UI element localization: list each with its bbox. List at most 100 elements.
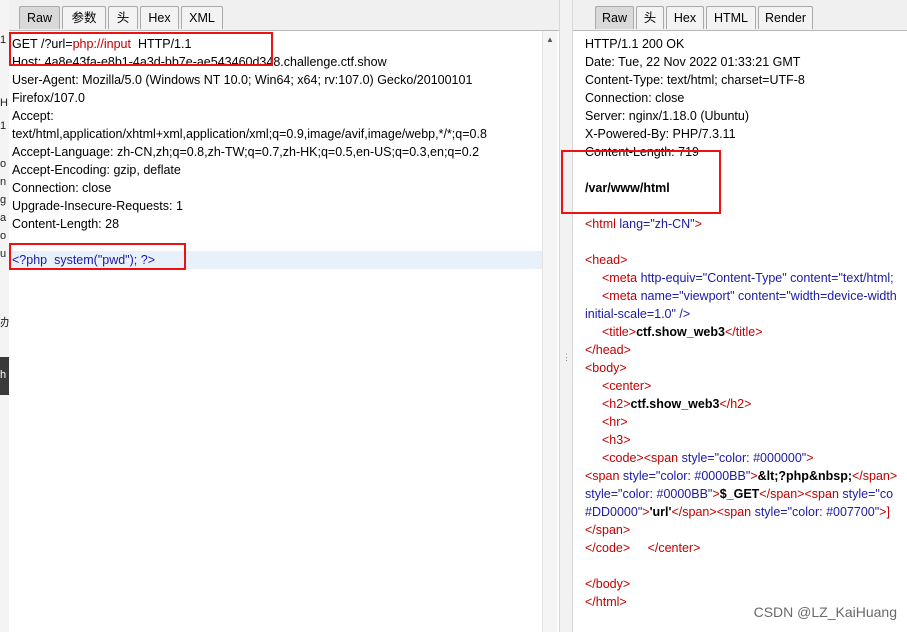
src-val: "color: #000000" — [714, 451, 807, 465]
source-line: <span style="color: #0000BB">&lt;?php&nb… — [585, 467, 897, 485]
src-tag: </h2> — [719, 397, 752, 411]
header-line: Accept: — [12, 109, 54, 123]
src-attr: lang= — [619, 217, 651, 231]
src-tag: <h2> — [602, 397, 631, 411]
tab-xml[interactable]: XML — [181, 6, 223, 29]
highlight-box-body — [9, 243, 186, 270]
source-line: <center> — [602, 379, 652, 393]
src-val: "Content-Type" — [702, 271, 791, 285]
src-tag: <span — [643, 451, 682, 465]
header-line: Firefox/107.0 — [12, 91, 85, 105]
strip-char: a — [0, 212, 7, 224]
src-tag: </span> — [759, 487, 805, 501]
src-text: ctf.show_web3 — [636, 325, 725, 339]
src-text: &lt;?php&nbsp; — [757, 469, 852, 483]
src-tag: </title> — [724, 325, 763, 339]
request-editor[interactable]: GET /?url=php://input HTTP/1.1 Host: 4a8… — [9, 31, 543, 632]
src-val: "color: #007700" — [787, 505, 880, 519]
source-line: style="color: #0000BB">$_GET</span><span… — [585, 485, 893, 503]
pane-splitter[interactable]: ⋮ — [559, 0, 573, 632]
src-val: "text/html; — [838, 271, 894, 285]
source-line: </head> — [585, 343, 631, 357]
scroll-up-icon[interactable]: ▲ — [546, 35, 554, 44]
src-val: "co — [875, 487, 894, 501]
response-tab-bar: Raw 头 Hex HTML Render — [573, 0, 907, 31]
src-text: $_GET — [719, 487, 760, 501]
source-line: <html lang="zh-CN"> — [585, 215, 702, 233]
tab-params[interactable]: 参数 — [62, 6, 106, 29]
src-attr: style= — [622, 469, 656, 483]
src-attr: style= — [681, 451, 715, 465]
src-tag: <code> — [602, 451, 644, 465]
strip-char: 1 — [0, 120, 7, 132]
source-line: <title>ctf.show_web3</title> — [602, 323, 763, 341]
src-tag: <span — [716, 505, 755, 519]
source-line: #DD0000">'url'</span><span style="color:… — [585, 503, 890, 521]
strip-char: 1 — [0, 34, 7, 46]
src-tag: </code> — [585, 541, 631, 555]
strip-char: o — [0, 230, 7, 242]
strip-char: u — [0, 248, 7, 260]
src-attr: style= — [842, 487, 876, 501]
source-line: <meta name="viewport" content="width=dev… — [602, 287, 897, 305]
header-line: Connection: close — [12, 181, 112, 195]
src-tag: >] — [879, 505, 890, 519]
tab-render[interactable]: Render — [758, 6, 813, 29]
tab-raw[interactable]: Raw — [595, 6, 634, 29]
src-attr: style= — [585, 487, 619, 501]
src-attr: style= — [754, 505, 788, 519]
source-line: <h3> — [602, 433, 631, 447]
src-tag: </center> — [647, 541, 701, 555]
src-tag: <span — [585, 469, 623, 483]
tab-raw[interactable]: Raw — [19, 6, 60, 29]
tab-hex[interactable]: Hex — [666, 6, 704, 29]
src-val: "color: #0000BB" — [655, 469, 751, 483]
background-window-strip: 1 H 1 o n g a o u 办 h — [0, 0, 11, 632]
response-header-line: Connection: close — [585, 91, 685, 105]
tab-html[interactable]: HTML — [706, 6, 756, 29]
src-text: 'url' — [649, 505, 672, 519]
strip-char: g — [0, 194, 7, 206]
tab-headers[interactable]: 头 — [108, 6, 138, 29]
source-line: <meta http-equiv="Content-Type" content=… — [602, 269, 894, 287]
highlight-box-url — [9, 32, 273, 66]
source-line: </code> </center> — [585, 539, 700, 557]
splitter-grip-icon[interactable]: ⋮ — [562, 352, 571, 363]
header-line: Upgrade-Insecure-Requests: 1 — [12, 199, 183, 213]
src-tag: </span> — [852, 469, 898, 483]
src-val: #DD0000" — [585, 505, 643, 519]
src-attr: content= — [738, 289, 787, 303]
source-line: <head> — [585, 253, 628, 267]
source-line: <h2>ctf.show_web3</h2> — [602, 395, 751, 413]
header-line: Accept-Encoding: gzip, deflate — [12, 163, 181, 177]
source-line: </body> — [585, 577, 631, 591]
src-val: "width=device-width — [786, 289, 897, 303]
header-line: User-Agent: Mozilla/5.0 (Windows NT 10.0… — [12, 73, 473, 87]
src-attr: content= — [790, 271, 839, 285]
src-tag: <title> — [602, 325, 637, 339]
request-scrollbar[interactable]: ▲ — [542, 31, 557, 632]
source-line: <code><span style="color: #000000"> — [602, 449, 814, 467]
response-header-line: Date: Tue, 22 Nov 2022 01:33:21 GMT — [585, 55, 801, 69]
tab-headers[interactable]: 头 — [636, 6, 664, 29]
src-val: "viewport" — [679, 289, 739, 303]
response-header-line: HTTP/1.1 200 OK — [585, 37, 685, 51]
src-attr: name= — [640, 289, 680, 303]
src-tag: > — [694, 217, 702, 231]
src-text: ctf.show_web3 — [630, 397, 720, 411]
header-line: Accept-Language: zh-CN,zh;q=0.8,zh-TW;q=… — [12, 145, 480, 159]
src-tag: > — [712, 487, 720, 501]
request-tab-bar: Raw 参数 头 Hex XML — [9, 0, 559, 31]
highlight-box-output — [561, 150, 721, 214]
header-line: Content-Length: 28 — [12, 217, 120, 231]
src-val: "color: #0000BB" — [618, 487, 713, 501]
response-pane: Raw 头 Hex HTML Render HTTP/1.1 200 OK Da… — [561, 0, 907, 632]
response-header-line: Server: nginx/1.18.0 (Ubuntu) — [585, 109, 749, 123]
watermark: CSDN @LZ_KaiHuang — [753, 604, 897, 620]
header-line: text/html,application/xhtml+xml,applicat… — [12, 127, 487, 141]
source-line: initial-scale=1.0" /> — [585, 307, 691, 321]
strip-char: H — [0, 97, 8, 109]
source-line: <hr> — [602, 415, 628, 429]
tab-hex[interactable]: Hex — [140, 6, 179, 29]
src-tag: > — [642, 505, 650, 519]
